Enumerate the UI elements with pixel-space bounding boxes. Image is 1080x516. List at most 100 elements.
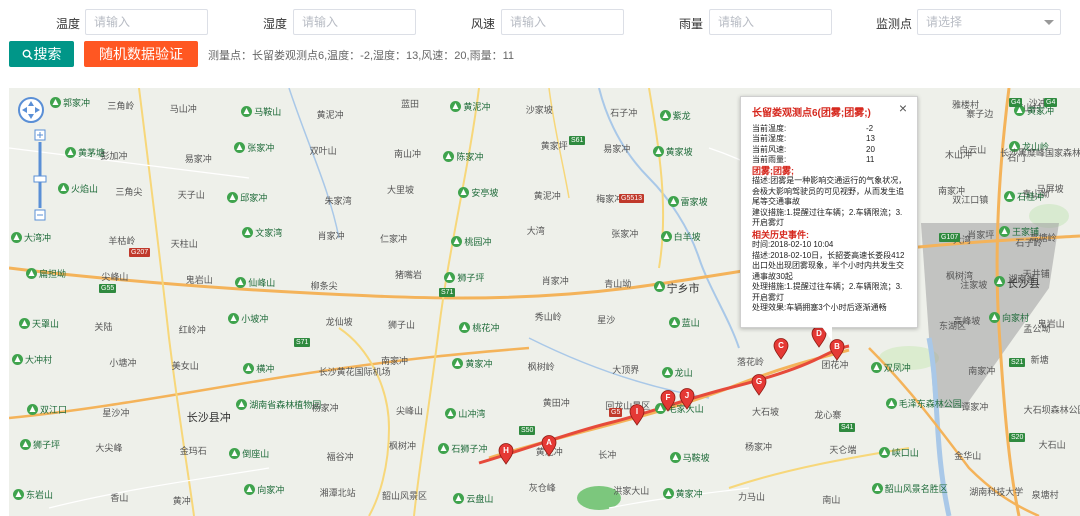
map-place-label: 山冲湾 bbox=[458, 408, 486, 419]
map-place-label: 关陆 bbox=[94, 322, 113, 332]
road-shield: S20 bbox=[1009, 433, 1026, 442]
scenic-spot-icon bbox=[451, 236, 463, 248]
map-place-label: 枫树岭 bbox=[527, 361, 555, 372]
scenic-spot-icon bbox=[27, 403, 38, 415]
road-shield: S71 bbox=[439, 288, 456, 297]
scenic-spot-icon bbox=[989, 312, 1000, 323]
scenic-spot-icon bbox=[999, 226, 1010, 238]
scenic-spot-icon bbox=[242, 227, 254, 239]
map-place-label: 新塘 bbox=[1030, 354, 1049, 365]
map-place-label: 金华山 bbox=[954, 451, 982, 462]
scenic-spot-icon bbox=[443, 150, 455, 162]
humidity-label: 湿度 bbox=[263, 17, 288, 31]
scenic-spot-icon bbox=[20, 439, 31, 451]
map-place-label: 洪家大山 bbox=[613, 486, 650, 497]
map-place-label: 小坡冲 bbox=[241, 314, 269, 324]
road-shield: G107 bbox=[939, 233, 961, 242]
scenic-spot-icon bbox=[458, 186, 470, 198]
rain-label: 雨量 bbox=[679, 17, 704, 31]
scenic-spot-icon bbox=[11, 232, 22, 244]
scenic-spot-icon bbox=[234, 141, 246, 153]
station-label: 监测点 bbox=[876, 17, 913, 31]
incident-pin-a[interactable]: A bbox=[541, 435, 557, 457]
measurement-status: 测量点：长留娄观测点6,温度：-2,湿度：13,风速：20,雨量：11 bbox=[208, 50, 515, 62]
map-place-label: 高塘岭 bbox=[1029, 233, 1057, 244]
map-place-label: 龙心寨 bbox=[814, 409, 842, 420]
scenic-spot-icon bbox=[669, 452, 681, 464]
zoom-slider-handle[interactable] bbox=[34, 176, 46, 182]
map-place-label: 石狮子冲 bbox=[451, 444, 488, 455]
incident-pin-f[interactable]: F bbox=[660, 390, 676, 412]
map-place-label: 大尖峰 bbox=[95, 443, 123, 454]
close-icon[interactable]: × bbox=[899, 101, 907, 115]
map-place-label: 肖家冲 bbox=[541, 276, 569, 287]
zoom-in-button[interactable] bbox=[35, 130, 45, 140]
map-place-label: 谭家冲 bbox=[961, 401, 989, 412]
scenic-spot-icon bbox=[241, 106, 253, 117]
map-place-label: 仁家冲 bbox=[380, 234, 408, 245]
map-place-label: 峡口山 bbox=[891, 448, 919, 459]
map-place-label: 长沙黑糜峰国家森林公园 bbox=[1000, 147, 1080, 158]
map-place-label: 尖峰山 bbox=[396, 405, 424, 416]
incident-pin-b[interactable]: B bbox=[829, 339, 845, 361]
map-place-label: 秀山岭 bbox=[534, 312, 562, 322]
pan-control[interactable] bbox=[17, 96, 47, 126]
scenic-spot-icon bbox=[227, 191, 239, 203]
map-place-label: 高峰坡 bbox=[953, 316, 981, 326]
map-place-label: 文家湾 bbox=[255, 228, 283, 239]
map-view[interactable]: 郭家冲 三角岭 马山冲 马鞍山 黄泥冲 蓝田 黄泥冲 沙家坡 石子冲 紫龙 雅楼村 南山村 黄家冲 寨子边… bbox=[9, 88, 1080, 516]
search-button-label: 搜索 bbox=[33, 46, 62, 62]
incident-pin-i[interactable]: I bbox=[629, 404, 645, 426]
scenic-spot-icon bbox=[459, 322, 471, 333]
scenic-spot-icon bbox=[58, 182, 69, 194]
random-verify-button[interactable]: 随机数据验证 bbox=[84, 41, 198, 67]
incident-pin-c[interactable]: C bbox=[773, 338, 789, 360]
road-shield: G207 bbox=[129, 248, 151, 257]
scenic-spot-icon bbox=[244, 484, 256, 496]
map-place-label: 杨家冲 bbox=[311, 402, 339, 413]
map-place-label: 双凤冲 bbox=[883, 362, 911, 373]
map-place-label: 福谷冲 bbox=[326, 452, 354, 463]
station-select[interactable]: 请选择 bbox=[917, 9, 1061, 35]
map-place-label: 蓝田 bbox=[401, 99, 420, 109]
incident-pin-j[interactable]: J bbox=[679, 388, 695, 410]
phenomenon-advice: 建议措施:1.提醒过往车辆；2.车辆限流；3. 开启雾灯 bbox=[752, 207, 903, 228]
humidity-input[interactable] bbox=[293, 9, 416, 35]
wind-input[interactable] bbox=[501, 9, 624, 35]
map-place-label: 双江口镇 bbox=[952, 194, 989, 205]
search-button[interactable]: 搜索 bbox=[9, 41, 74, 67]
rain-input[interactable] bbox=[709, 9, 832, 35]
zoom-out-button[interactable] bbox=[35, 210, 45, 220]
map-place-label: 肖家冲 bbox=[317, 231, 345, 242]
map-place-label: 马鞍山 bbox=[254, 107, 282, 117]
scenic-spot-icon bbox=[19, 318, 30, 329]
map-place-label: 杨家冲 bbox=[745, 442, 773, 453]
map-place-label: 东岩山 bbox=[26, 490, 54, 501]
map-place-label: 大石坝森林公园 bbox=[1023, 404, 1080, 415]
scenic-spot-icon bbox=[994, 276, 1005, 288]
map-place-label: 长冲 bbox=[598, 450, 617, 461]
map-place-label: 天子山 bbox=[177, 189, 205, 200]
map-place-label: 肖家坪 bbox=[967, 230, 995, 241]
incident-pin-g[interactable]: G bbox=[751, 374, 767, 396]
map-place-label: 黄家坪 bbox=[540, 140, 568, 151]
history-description: 描述:2018-02-10日，长韶娄高速长娄段412出口处出现团雾现象，半个小时… bbox=[752, 250, 905, 281]
pin-label: G bbox=[755, 377, 763, 386]
map-place-label: 郭家冲 bbox=[63, 98, 91, 108]
map-place-label: 湖南省森林植物园 bbox=[249, 399, 322, 410]
history-heading: 相关历史事件: bbox=[752, 229, 809, 240]
map-place-label: 沙家坡 bbox=[525, 105, 553, 115]
road-shield: G5513 bbox=[619, 194, 645, 203]
map-place-label: 尖峰山 bbox=[101, 272, 129, 283]
temperature-label: 温度 bbox=[56, 17, 81, 31]
temperature-input[interactable] bbox=[85, 9, 208, 35]
map-place-label: 毛泽东森林公园 bbox=[898, 398, 962, 409]
map-place-label: 黄泥冲 bbox=[316, 110, 344, 120]
map-place-label: 大顶界 bbox=[612, 364, 640, 375]
incident-pin-h[interactable]: H bbox=[498, 443, 514, 465]
scenic-spot-icon bbox=[438, 443, 450, 455]
road-shield: S21 bbox=[1009, 358, 1026, 367]
map-place-label: 青山坳 bbox=[604, 279, 632, 290]
map-place-label: 张家冲 bbox=[247, 142, 275, 153]
pin-label: F bbox=[665, 393, 671, 402]
